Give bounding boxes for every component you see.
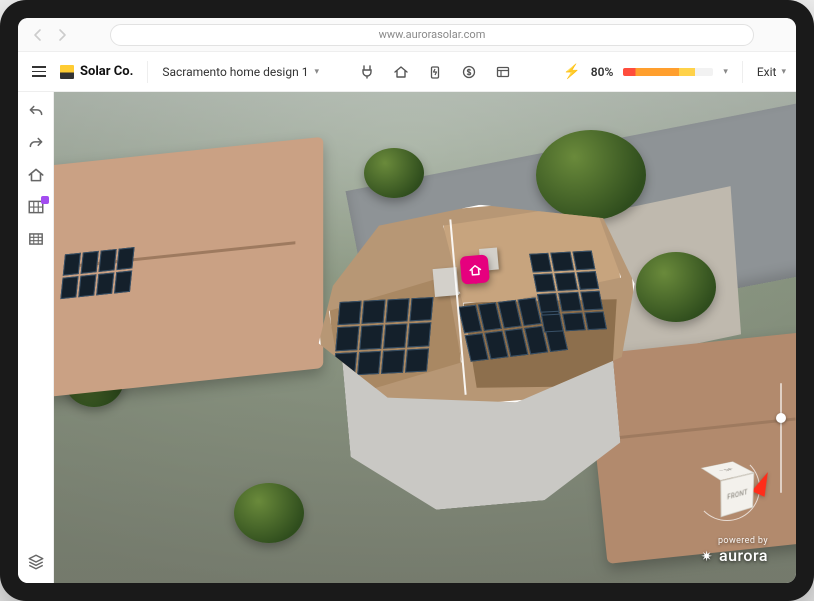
design-canvas[interactable]: TOP FRONT RIGHT powered by aurora [54, 92, 796, 583]
chevron-down-icon: ▾ [314, 67, 319, 77]
house-icon [27, 166, 45, 184]
browser-nav [30, 27, 70, 43]
panel-grid-icon [27, 198, 45, 216]
layout-icon [495, 64, 511, 80]
storage-tool[interactable] [427, 64, 443, 80]
url-bar[interactable]: www.aurorasolar.com [110, 24, 754, 46]
home-icon [393, 64, 409, 80]
brand-name: Solar Co. [80, 64, 133, 79]
toolbar-right: ⚡ 80% ▾ Exit ▾ [563, 61, 786, 83]
undo-button[interactable] [27, 102, 45, 120]
neighbor-panel-array [60, 247, 134, 299]
browser-bar: www.aurorasolar.com [18, 18, 796, 52]
attribution-prefix: powered by [699, 536, 768, 546]
grid-icon [27, 230, 45, 248]
site-model-button[interactable] [27, 166, 45, 184]
dollar-icon [461, 64, 477, 80]
primary-house-model[interactable] [300, 173, 667, 531]
tablet-frame: www.aurorasolar.com Solar Co. Sacramento… [0, 0, 814, 601]
layers-button[interactable] [27, 553, 45, 571]
home-icon [467, 261, 483, 277]
separator [742, 61, 743, 83]
pricing-tool[interactable] [461, 64, 477, 80]
brand-logo[interactable]: Solar Co. [60, 64, 133, 79]
home-marker[interactable] [460, 254, 490, 284]
menu-button[interactable] [28, 62, 50, 81]
exit-label: Exit [757, 65, 777, 79]
attribution-brand: aurora [719, 546, 768, 565]
docs-tool[interactable] [495, 64, 511, 80]
redo-icon [27, 134, 45, 152]
aurora-logo-icon [699, 549, 713, 563]
arrow-left-icon [30, 27, 46, 43]
exit-button[interactable]: Exit ▾ [757, 65, 786, 79]
energy-offset-value: 80% [591, 65, 614, 79]
redo-button[interactable] [27, 134, 45, 152]
tree [364, 148, 424, 198]
tree [234, 483, 304, 543]
chevron-down-icon: ▾ [781, 67, 786, 77]
toolbar-mode-icons [359, 64, 511, 80]
back-button[interactable] [30, 27, 46, 43]
panel-placement-button[interactable] [27, 198, 45, 216]
app-toolbar: Solar Co. Sacramento home design 1 ▾ [18, 52, 796, 92]
plug-icon [359, 64, 375, 80]
tilt-slider[interactable] [780, 383, 782, 493]
separator [147, 61, 148, 83]
orientation-cube[interactable]: TOP FRONT RIGHT [710, 467, 743, 510]
panel-grid-button[interactable] [27, 230, 45, 248]
arrow-right-icon [54, 27, 70, 43]
screen: www.aurorasolar.com Solar Co. Sacramento… [18, 18, 796, 583]
chimney [433, 267, 459, 297]
brand-mark-icon [60, 65, 74, 79]
home-tool[interactable] [393, 64, 409, 80]
tilt-slider-knob[interactable] [776, 413, 786, 423]
neighbor-house [54, 137, 323, 398]
left-tool-rail [18, 92, 54, 583]
attribution: powered by aurora [699, 536, 768, 565]
bolt-icon: ⚡ [563, 64, 580, 80]
battery-icon [427, 64, 443, 80]
forward-button[interactable] [54, 27, 70, 43]
project-name-label: Sacramento home design 1 [162, 65, 308, 79]
layers-icon [27, 553, 45, 571]
project-selector[interactable]: Sacramento home design 1 ▾ [162, 65, 319, 79]
consumption-tool[interactable] [359, 64, 375, 80]
url-text: www.aurorasolar.com [379, 28, 486, 41]
editor-main: TOP FRONT RIGHT powered by aurora [18, 92, 796, 583]
panel-array[interactable] [333, 297, 433, 376]
energy-offset-meter [623, 68, 713, 76]
chevron-down-icon[interactable]: ▾ [723, 67, 728, 77]
undo-icon [27, 102, 45, 120]
view-cube[interactable]: TOP FRONT RIGHT [702, 463, 752, 513]
